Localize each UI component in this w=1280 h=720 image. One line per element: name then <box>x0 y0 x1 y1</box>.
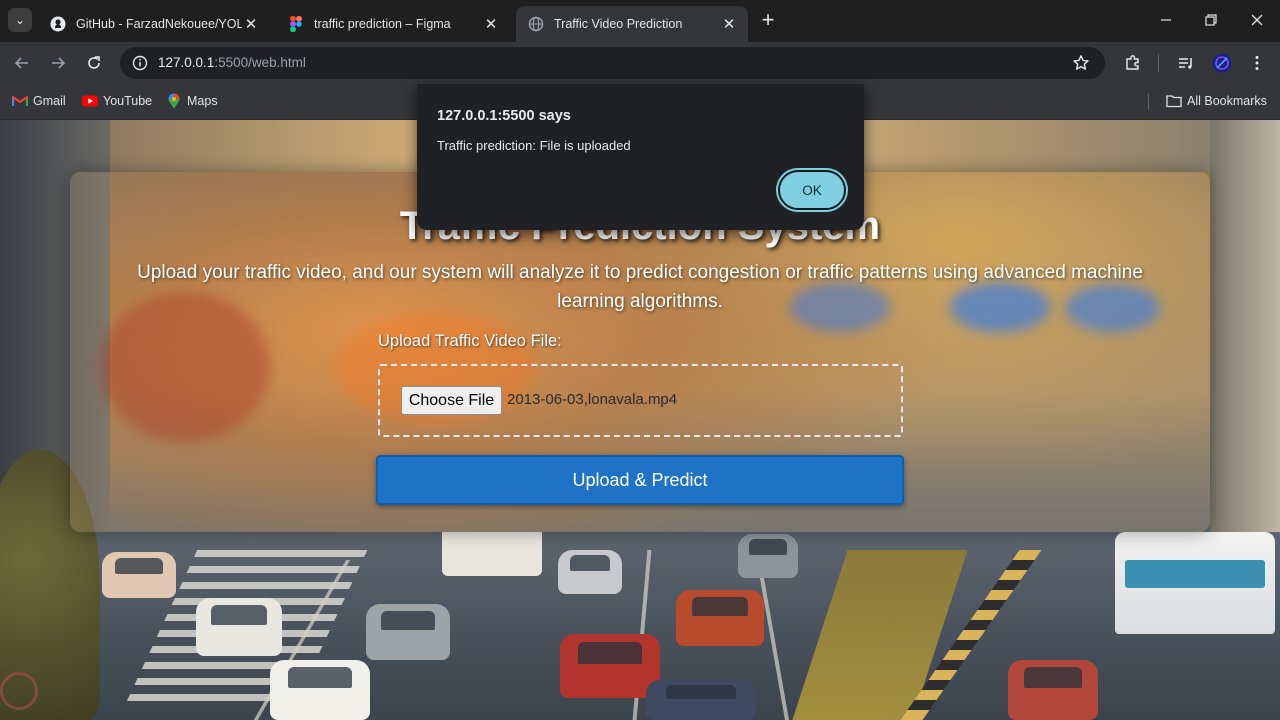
background-car <box>366 604 450 660</box>
close-icon[interactable]: ✕ <box>242 15 260 33</box>
tab-figma[interactable]: traffic prediction – Figma ✕ <box>276 6 510 42</box>
media-controls-icon[interactable] <box>1177 54 1195 72</box>
tab-traffic-video-prediction[interactable]: Traffic Video Prediction ✕ <box>516 6 748 42</box>
close-icon[interactable]: ✕ <box>720 15 738 33</box>
youtube-icon <box>82 94 98 108</box>
bookmark-label: YouTube <box>103 94 153 108</box>
tab-strip: ⌄ GitHub - FarzadNekouee/YOLO ✕ traffic … <box>0 0 1280 42</box>
background-car <box>102 552 176 598</box>
tab-title: Traffic Video Prediction <box>554 17 683 31</box>
dialog-message: Traffic prediction: File is uploaded <box>437 138 631 153</box>
extensions-puzzle-icon[interactable] <box>1124 54 1142 72</box>
address-bar[interactable]: 127.0.0.1:5500/web.html <box>120 47 1105 79</box>
bookmarks-divider <box>1148 94 1149 110</box>
reload-icon[interactable] <box>82 51 106 75</box>
dialog-ok-button[interactable]: OK <box>778 170 846 210</box>
background-car <box>676 590 764 646</box>
bookmark-maps[interactable]: Maps <box>166 92 218 110</box>
github-icon <box>50 16 66 32</box>
url-path: :5500/web.html <box>214 55 306 70</box>
bookmark-label: Gmail <box>33 94 66 108</box>
tab-title: GitHub - FarzadNekouee/YOLO <box>76 17 242 31</box>
background-car <box>270 660 370 720</box>
close-window-icon[interactable] <box>1242 8 1272 32</box>
minimize-icon[interactable] <box>1151 8 1181 32</box>
globe-icon <box>528 16 544 32</box>
new-tab-plus-icon[interactable]: + <box>758 9 778 31</box>
url-host: 127.0.0.1 <box>158 55 215 70</box>
watermark-logo <box>0 672 38 710</box>
background-car <box>738 534 798 578</box>
background-car <box>560 634 660 698</box>
bookmark-label: Maps <box>187 94 218 108</box>
bookmark-gmail[interactable]: Gmail <box>12 92 66 110</box>
selected-file-name: 2013-06-03,lonavala.mp4 <box>507 391 678 408</box>
dialog-title: 127.0.0.1:5500 says <box>437 108 571 124</box>
background-car <box>1008 660 1098 720</box>
tab-title: traffic prediction – Figma <box>314 17 451 31</box>
folder-icon <box>1166 94 1182 108</box>
tab-search-chevron-icon[interactable]: ⌄ <box>8 8 32 32</box>
upload-label: Upload Traffic Video File: <box>378 332 562 350</box>
forward-arrow-icon[interactable] <box>46 51 70 75</box>
toolbar-divider <box>1158 54 1159 72</box>
bookmark-youtube[interactable]: YouTube <box>82 92 152 110</box>
tab-github[interactable]: GitHub - FarzadNekouee/YOLO ✕ <box>38 6 270 42</box>
alert-dialog: 127.0.0.1:5500 says Traffic prediction: … <box>417 84 864 230</box>
bookmark-star-icon[interactable] <box>1072 54 1090 72</box>
more-menu-icon[interactable] <box>1248 54 1266 72</box>
background-bus <box>1115 532 1275 634</box>
upload-predict-button[interactable]: Upload & Predict <box>376 455 904 505</box>
restore-icon[interactable] <box>1196 8 1226 32</box>
background-car <box>558 550 622 594</box>
all-bookmarks-button[interactable]: All Bookmarks <box>1166 92 1267 110</box>
background-buildings-right <box>1210 120 1280 540</box>
browser-toolbar: 127.0.0.1:5500/web.html <box>0 42 1280 84</box>
profile-avatar[interactable] <box>1212 53 1232 73</box>
background-car <box>196 598 282 656</box>
site-info-icon[interactable] <box>132 55 148 71</box>
all-bookmarks-label: All Bookmarks <box>1187 94 1267 108</box>
gmail-icon <box>12 94 28 108</box>
background-car <box>646 680 756 720</box>
figma-icon <box>288 16 304 32</box>
choose-file-button[interactable]: Choose File <box>401 386 502 415</box>
close-icon[interactable]: ✕ <box>482 15 500 33</box>
url-text: 127.0.0.1:5500/web.html <box>158 55 306 70</box>
background-bus <box>442 532 542 576</box>
file-upload-dropzone[interactable]: Choose File 2013-06-03,lonavala.mp4 <box>378 364 903 437</box>
back-arrow-icon[interactable] <box>10 51 34 75</box>
maps-icon <box>166 93 182 109</box>
page-description: Upload your traffic video, and our syste… <box>137 262 1143 312</box>
